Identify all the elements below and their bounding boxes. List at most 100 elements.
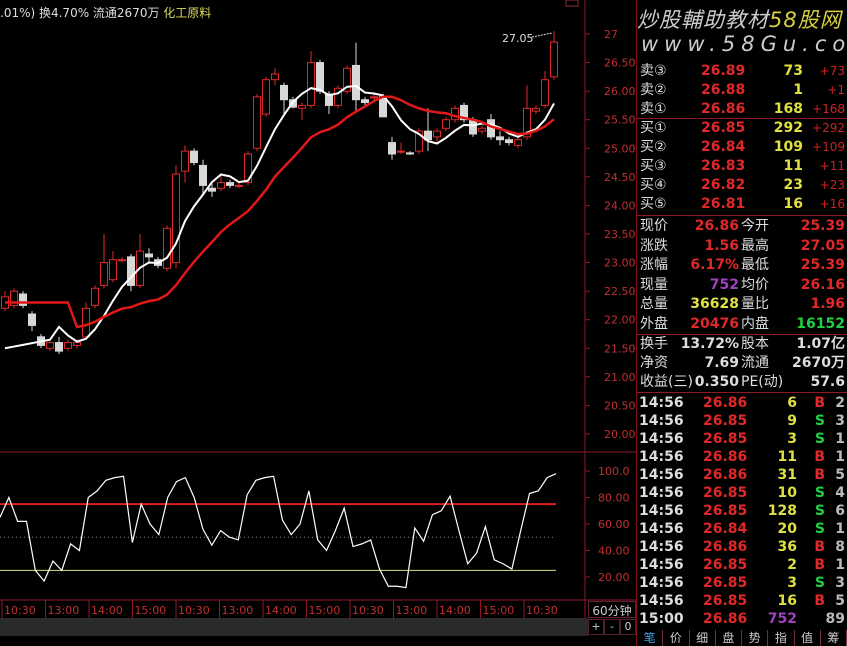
tab-1[interactable]: 价	[663, 630, 690, 646]
ask-row[interactable]: 卖① 26.86 168 +168	[637, 100, 847, 119]
trade-time: 14:56	[639, 413, 684, 429]
trade-count: 5	[835, 467, 845, 483]
candle-up	[73, 342, 81, 346]
candle-up	[298, 104, 306, 109]
x-tick-label: 10:30	[4, 604, 36, 617]
period-selector[interactable]: 60分钟	[588, 601, 636, 618]
tab-0[interactable]: 笔	[637, 630, 664, 646]
trade-price: 26.85	[703, 557, 748, 573]
candle-up	[64, 342, 72, 349]
x-tick-label: 10:30	[178, 604, 210, 617]
y-tick-label: 25.00	[604, 142, 636, 155]
zoom-in-button[interactable]: +	[588, 619, 604, 635]
stat-label: 最低	[741, 257, 769, 273]
x-tick-label: 13:00	[222, 604, 254, 617]
tab-7[interactable]: 筹	[821, 630, 847, 646]
stat-row: 涨跌 1.56 最高 27.05	[637, 237, 847, 256]
chart-scroll-strip[interactable]	[0, 618, 588, 636]
osc-y-tick-label: 60.00	[598, 518, 630, 531]
trade-volume: 10	[777, 485, 797, 501]
candle-up	[118, 259, 126, 262]
bid-row[interactable]: 买① 26.85 292 +292	[637, 119, 847, 138]
x-tick-label: 13:00	[396, 604, 428, 617]
y-tick-label: 26.00	[604, 85, 636, 98]
stat-row: 收益(三) 0.350 PE(动) 57.6	[637, 373, 847, 392]
trade-price: 26.85	[703, 575, 748, 591]
stat-label: 流通	[741, 355, 769, 371]
candle-up	[235, 184, 243, 187]
x-tick-label: 15:00	[135, 604, 167, 617]
bid-row[interactable]: 买④ 26.82 23 +23	[637, 176, 847, 195]
trade-row: 14:56 26.85 128 S 6	[637, 502, 847, 521]
y-tick-label: 21.00	[604, 371, 636, 384]
candle-up	[451, 107, 459, 121]
trade-row: 14:56 26.85 3 S 1	[637, 430, 847, 449]
x-tick-label: 10:30	[352, 604, 384, 617]
stat-value: 1.56	[704, 237, 739, 254]
divider	[637, 215, 847, 216]
tab-3[interactable]: 盘	[716, 630, 742, 646]
candle-up	[217, 182, 225, 189]
ask-row[interactable]: 卖③ 26.89 73 +73	[637, 62, 847, 81]
trade-side: S	[814, 413, 825, 429]
trade-count: 5	[835, 593, 845, 609]
stat-label: 涨跌	[640, 237, 668, 254]
candle-up	[307, 62, 315, 106]
tab-5[interactable]: 指	[768, 630, 795, 646]
stat-label: 量比	[741, 296, 769, 312]
osc-y-tick-label: 40.00	[598, 545, 630, 558]
tab-4[interactable]: 势	[742, 630, 769, 646]
candle-down	[469, 119, 477, 135]
zoom-reset-button[interactable]: 0	[620, 619, 636, 635]
stat-label: 收益(三)	[640, 374, 693, 390]
candle-down	[406, 152, 414, 155]
trade-price: 26.86	[703, 449, 748, 465]
trade-price: 26.85	[703, 593, 748, 609]
candle-down	[388, 142, 396, 155]
watermark-line2: www.58Gu.com	[641, 32, 847, 56]
bid-row[interactable]: 买③ 26.83 11 +11	[637, 157, 847, 176]
trade-volume: 16	[777, 593, 797, 609]
osc-y-tick-label: 100.0	[598, 465, 630, 478]
high-price-arrow	[531, 32, 553, 38]
bid-label: 买②	[640, 139, 667, 155]
trade-volume: 20	[777, 521, 797, 537]
bid-price: 26.84	[701, 139, 746, 155]
ask-label: 卖③	[640, 63, 667, 79]
bid-row[interactable]: 买⑤ 26.81 16 +16	[637, 195, 847, 214]
bid-price: 26.85	[701, 120, 746, 136]
trade-volume: 2	[787, 557, 797, 573]
y-tick-label: 24.50	[604, 171, 636, 184]
trade-row: 15:00 26.86 752 89	[637, 610, 847, 629]
bid-volume: 11	[783, 158, 803, 174]
ask-volume: 1	[793, 82, 803, 98]
x-tick-label: 10:30	[526, 604, 558, 617]
stat-row: 换手 13.72% 股本 1.07亿	[637, 335, 847, 354]
bid-change: +23	[819, 178, 845, 192]
candle-down	[145, 253, 153, 258]
kline-chart[interactable]: 27 26.50 26.00 25.50 25.00 24.50 24.00 23.50 23.…	[0, 0, 636, 646]
trade-side: S	[814, 431, 825, 447]
y-tick-label: 23.00	[604, 257, 636, 270]
tab-2[interactable]: 细	[690, 630, 716, 646]
bid-row[interactable]: 买② 26.84 109 +109	[637, 138, 847, 157]
stat-row: 现价 26.86 今开 25.39	[637, 217, 847, 236]
stat-label: 净资	[640, 355, 668, 371]
trade-side: S	[814, 575, 825, 591]
candle-up	[109, 259, 117, 281]
trade-time: 14:56	[639, 485, 684, 501]
stat-label: 换手	[640, 336, 668, 352]
bid-volume: 16	[783, 196, 803, 212]
panel-tabs: 笔价细盘势指值筹	[637, 630, 847, 646]
candle-up	[550, 41, 558, 78]
ask-row[interactable]: 卖② 26.88 1 +1	[637, 81, 847, 100]
trade-time: 14:56	[639, 521, 684, 537]
stat-label: 均价	[741, 276, 769, 293]
trade-price: 26.85	[703, 431, 748, 447]
trade-time: 14:56	[639, 395, 684, 411]
tab-6[interactable]: 值	[795, 630, 821, 646]
stat-row: 涨幅 6.17% 最低 25.39	[637, 256, 847, 275]
y-tick-label: 22.00	[604, 314, 636, 327]
zoom-out-button[interactable]: -	[604, 619, 620, 635]
ask-price: 26.89	[701, 63, 746, 79]
